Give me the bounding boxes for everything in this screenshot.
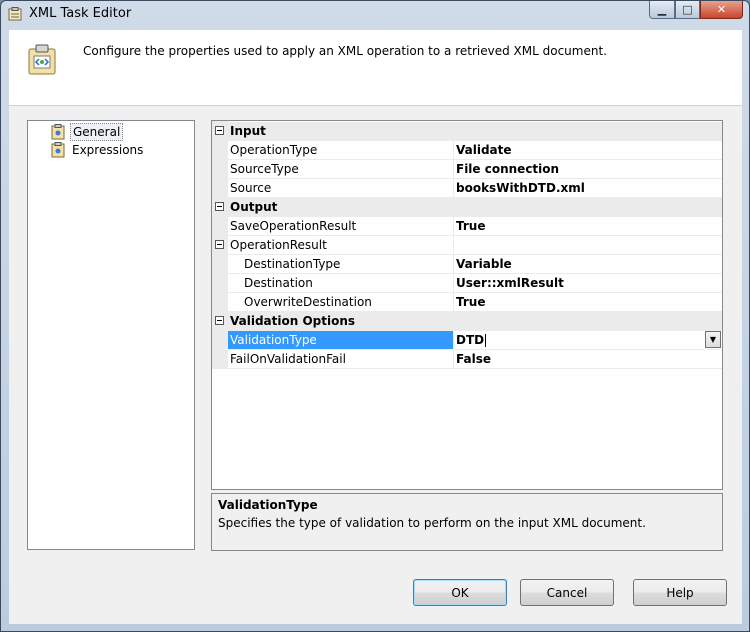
property-name: Destination	[244, 276, 313, 290]
category-output[interactable]: Output	[212, 198, 722, 217]
property-name: SourceType	[230, 162, 299, 176]
close-icon: ✕	[716, 3, 727, 16]
header-panel: Configure the properties used to apply a…	[9, 30, 742, 105]
column-divider	[453, 350, 454, 369]
general-page-icon	[51, 124, 65, 140]
property-name: ValidationType	[228, 331, 453, 349]
window-title: XML Task Editor	[29, 6, 132, 21]
property-grid: Input OperationType Validate SourceType …	[211, 120, 723, 490]
column-divider	[453, 236, 454, 255]
property-value: DTD	[456, 333, 485, 347]
title-bar[interactable]: XML Task Editor ▁ □ ✕	[1, 1, 749, 29]
property-value[interactable]: User::xmlResult	[456, 274, 722, 292]
xml-task-icon	[28, 44, 56, 75]
property-value[interactable]	[456, 236, 722, 254]
property-value[interactable]: False	[456, 350, 722, 368]
column-divider	[453, 274, 454, 293]
property-row-operation-result[interactable]: OperationResult	[212, 236, 722, 255]
property-value[interactable]: booksWithDTD.xml	[456, 179, 722, 197]
help-button[interactable]: Help	[633, 579, 727, 606]
text-caret	[485, 334, 487, 347]
property-value[interactable]: True	[456, 217, 722, 235]
category-label: Validation Options	[230, 314, 356, 328]
header-description: Configure the properties used to apply a…	[83, 44, 607, 58]
property-name: FailOnValidationFail	[230, 352, 346, 366]
column-divider	[453, 255, 454, 274]
property-row-fail-on-validation-fail[interactable]: FailOnValidationFail False	[212, 350, 722, 369]
collapse-icon[interactable]	[215, 316, 224, 325]
property-row-validation-type[interactable]: ValidationType DTD ▼	[212, 331, 722, 350]
property-row-source-type[interactable]: SourceType File connection	[212, 160, 722, 179]
property-name: OperationType	[230, 143, 318, 157]
property-value[interactable]: File connection	[456, 160, 722, 178]
cancel-button[interactable]: Cancel	[520, 579, 614, 606]
ok-button[interactable]: OK	[413, 579, 507, 606]
description-title: ValidationType	[218, 498, 318, 512]
expressions-page-icon	[51, 142, 65, 158]
minimize-icon: ▁	[657, 3, 667, 16]
dialog-client-area: Configure the properties used to apply a…	[9, 30, 742, 624]
row-divider	[228, 368, 722, 369]
nav-item-general[interactable]: General	[50, 123, 124, 141]
header-divider	[9, 105, 742, 106]
column-divider	[453, 217, 454, 236]
task-icon	[8, 7, 22, 21]
xml-task-editor-window: XML Task Editor ▁ □ ✕ Configure the prop…	[0, 0, 750, 632]
property-row-operation-type[interactable]: OperationType Validate	[212, 141, 722, 160]
close-button[interactable]: ✕	[700, 1, 743, 19]
property-name: OperationResult	[230, 238, 327, 252]
property-value[interactable]: Variable	[456, 255, 722, 273]
nav-item-expressions[interactable]: Expressions	[50, 141, 145, 159]
property-row-destination-type[interactable]: DestinationType Variable	[212, 255, 722, 274]
category-input[interactable]: Input	[212, 122, 722, 141]
property-row-destination[interactable]: Destination User::xmlResult	[212, 274, 722, 293]
collapse-icon[interactable]	[215, 202, 224, 211]
column-divider	[453, 141, 454, 160]
column-divider	[453, 331, 454, 350]
description-text: Specifies the type of validation to perf…	[218, 516, 646, 530]
column-divider	[453, 179, 454, 198]
maximize-icon: □	[682, 3, 693, 16]
property-row-save-operation-result[interactable]: SaveOperationResult True	[212, 217, 722, 236]
column-divider	[453, 293, 454, 312]
minimize-button[interactable]: ▁	[649, 1, 675, 19]
page-navigation-list: General Expressions	[27, 120, 195, 550]
property-description-panel: ValidationType Specifies the type of val…	[211, 493, 723, 551]
property-value[interactable]: True	[456, 293, 722, 311]
collapse-icon[interactable]	[215, 240, 224, 249]
property-row-overwrite-destination[interactable]: OverwriteDestination True	[212, 293, 722, 312]
nav-item-label: General	[70, 123, 124, 141]
chevron-down-icon: ▼	[709, 335, 717, 344]
property-name: Source	[230, 181, 272, 195]
nav-item-label: Expressions	[72, 143, 144, 157]
property-row-source[interactable]: Source booksWithDTD.xml	[212, 179, 722, 198]
property-value[interactable]: Validate	[456, 141, 722, 159]
property-name: OverwriteDestination	[244, 295, 372, 309]
property-name: SaveOperationResult	[230, 219, 357, 233]
category-label: Output	[230, 200, 278, 214]
property-name: DestinationType	[244, 257, 341, 271]
maximize-button[interactable]: □	[675, 1, 700, 19]
property-value-editor[interactable]: DTD	[456, 331, 722, 349]
category-validation-options[interactable]: Validation Options	[212, 312, 722, 331]
column-divider	[453, 160, 454, 179]
dropdown-button[interactable]: ▼	[705, 331, 721, 348]
collapse-icon[interactable]	[215, 126, 224, 135]
category-label: Input	[230, 124, 266, 138]
